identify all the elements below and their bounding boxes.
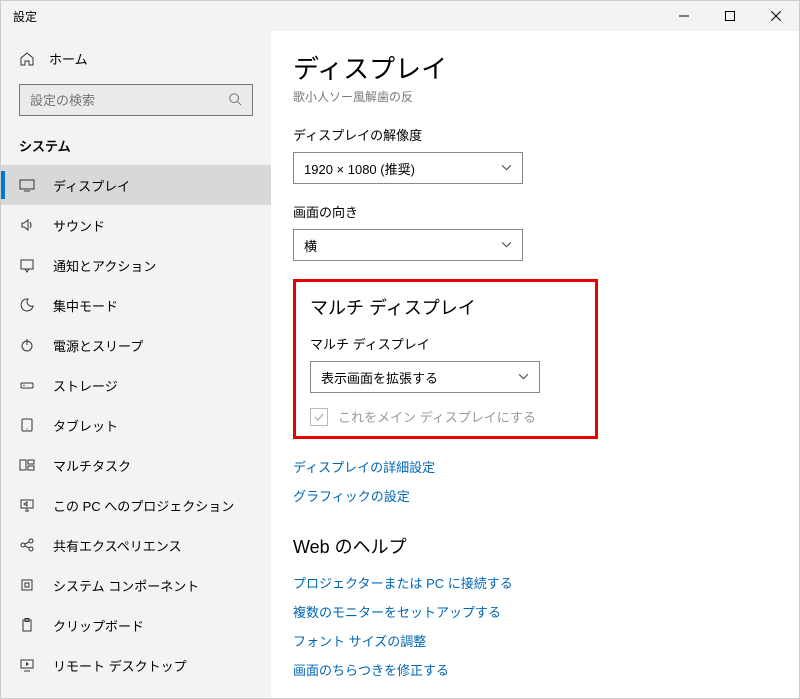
sidebar-item-label: サウンド xyxy=(53,216,105,235)
sidebar-item-7[interactable]: マルチタスク xyxy=(1,445,271,485)
sidebar-item-label: ディスプレイ xyxy=(53,176,130,195)
resolution-label: ディスプレイの解像度 xyxy=(293,125,799,144)
display-icon xyxy=(19,177,35,193)
multi-display-select[interactable]: 表示画面を拡張する xyxy=(310,361,540,393)
window-title: 設定 xyxy=(1,8,661,25)
moon-icon xyxy=(19,297,35,313)
project-icon xyxy=(19,497,35,513)
main-display-checkbox-label: これをメイン ディスプレイにする xyxy=(338,407,536,426)
help-item-1[interactable]: 複数のモニターをセットアップする xyxy=(293,602,799,621)
multi-display-highlight: マルチ ディスプレイ マルチ ディスプレイ 表示画面を拡張する これをメイン デ… xyxy=(293,279,598,439)
sidebar-item-1[interactable]: サウンド xyxy=(1,205,271,245)
sidebar-item-12[interactable]: リモート デスクトップ xyxy=(1,645,271,685)
notification-icon xyxy=(19,257,35,273)
sidebar-item-label: この PC へのプロジェクション xyxy=(53,496,234,515)
help-item-3[interactable]: 画面のちらつきを修正する xyxy=(293,660,799,679)
component-icon xyxy=(19,577,35,593)
orientation-value: 横 xyxy=(304,236,317,255)
remote-icon xyxy=(19,657,35,673)
sidebar-item-3[interactable]: 集中モード xyxy=(1,285,271,325)
sidebar-item-8[interactable]: この PC へのプロジェクション xyxy=(1,485,271,525)
sidebar-item-label: リモート デスクトップ xyxy=(53,656,187,675)
multi-display-label: マルチ ディスプレイ xyxy=(310,334,581,353)
power-icon xyxy=(19,337,35,353)
sidebar-item-label: マルチタスク xyxy=(53,456,131,475)
advanced-display-link[interactable]: ディスプレイの詳細設定 xyxy=(293,457,799,476)
storage-icon xyxy=(19,377,35,393)
search-field[interactable] xyxy=(30,93,228,108)
sidebar-item-label: ストレージ xyxy=(53,376,118,395)
main-content: ディスプレイ 歌小人ソー風解歯の反 ディスプレイの解像度 1920 × 1080… xyxy=(271,31,799,698)
sidebar-section-label: システム xyxy=(1,122,271,165)
tablet-icon xyxy=(19,417,35,433)
sidebar-item-9[interactable]: 共有エクスペリエンス xyxy=(1,525,271,565)
multi-display-value: 表示画面を拡張する xyxy=(321,368,438,387)
web-help-section: Web のヘルプ xyxy=(293,533,799,559)
share-icon xyxy=(19,537,35,553)
chevron-down-icon xyxy=(501,161,512,176)
search-input[interactable] xyxy=(19,84,253,116)
sidebar-item-10[interactable]: システム コンポーネント xyxy=(1,565,271,605)
resolution-value: 1920 × 1080 (推奨) xyxy=(304,159,415,178)
sidebar-item-0[interactable]: ディスプレイ xyxy=(1,165,271,205)
orientation-select[interactable]: 横 xyxy=(293,229,523,261)
titlebar: 設定 xyxy=(1,1,799,31)
sidebar-item-label: タブレット xyxy=(53,416,118,435)
sidebar-nav: ディスプレイサウンド通知とアクション集中モード電源とスリープストレージタブレット… xyxy=(1,165,271,688)
resolution-select[interactable]: 1920 × 1080 (推奨) xyxy=(293,152,523,184)
sidebar: ホーム システム ディスプレイサウンド通知とアクション集中モード電源とスリープス… xyxy=(1,31,271,698)
orientation-label: 画面の向き xyxy=(293,202,799,221)
sidebar-item-11[interactable]: クリップボード xyxy=(1,605,271,645)
sidebar-item-label: 電源とスリープ xyxy=(53,336,143,355)
main-display-checkbox-row: これをメイン ディスプレイにする xyxy=(310,407,581,426)
sidebar-item-label: 集中モード xyxy=(53,296,118,315)
sidebar-item-label: 通知とアクション xyxy=(53,256,156,275)
chevron-down-icon xyxy=(518,370,529,385)
sidebar-item-label: システム コンポーネント xyxy=(53,576,199,595)
home-label: ホーム xyxy=(49,49,88,68)
help-item-0[interactable]: プロジェクターまたは PC に接続する xyxy=(293,573,799,592)
sidebar-item-5[interactable]: ストレージ xyxy=(1,365,271,405)
maximize-button[interactable] xyxy=(707,1,753,31)
close-button[interactable] xyxy=(753,1,799,31)
page-title: ディスプレイ xyxy=(293,49,799,86)
multitask-icon xyxy=(19,457,35,473)
minimize-button[interactable] xyxy=(661,1,707,31)
page-subtitle: 歌小人ソー風解歯の反 xyxy=(293,88,799,105)
sound-icon xyxy=(19,217,35,233)
graphics-settings-link[interactable]: グラフィックの設定 xyxy=(293,486,799,505)
clipboard-icon xyxy=(19,617,35,633)
sidebar-item-4[interactable]: 電源とスリープ xyxy=(1,325,271,365)
search-icon xyxy=(228,92,242,109)
sidebar-item-label: クリップボード xyxy=(53,616,144,635)
multi-display-section: マルチ ディスプレイ xyxy=(310,294,581,320)
help-item-2[interactable]: フォント サイズの調整 xyxy=(293,631,799,650)
home-icon xyxy=(19,51,35,67)
home-button[interactable]: ホーム xyxy=(1,41,271,76)
chevron-down-icon xyxy=(501,238,512,253)
sidebar-item-label: 共有エクスペリエンス xyxy=(53,536,181,555)
main-display-checkbox[interactable] xyxy=(310,408,328,426)
sidebar-item-2[interactable]: 通知とアクション xyxy=(1,245,271,285)
sidebar-item-6[interactable]: タブレット xyxy=(1,405,271,445)
